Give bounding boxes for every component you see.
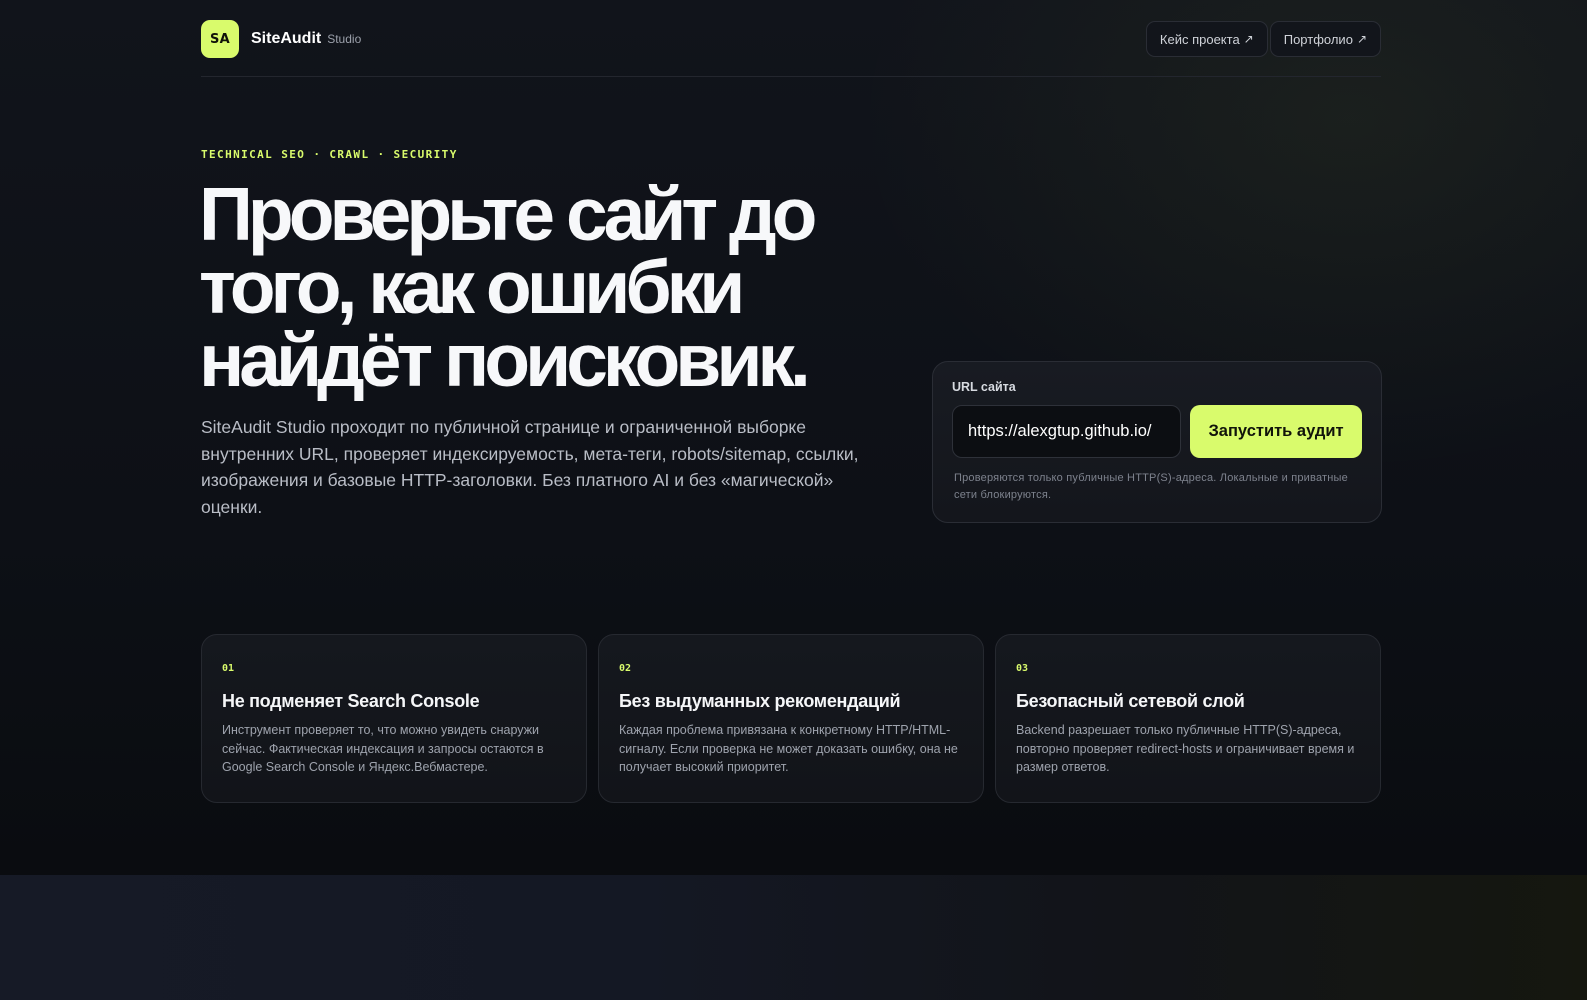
site-header: SA SiteAudit Studio Кейс проекта ↗ Портфо… (201, 0, 1381, 77)
arrow-up-right-icon: ↗ (1356, 32, 1367, 46)
case-study-label: Кейс проекта (1159, 31, 1240, 47)
run-audit-button[interactable]: Запустить аудит (1190, 405, 1362, 458)
feature-number: 02 (619, 663, 632, 674)
hero-eyebrow: TECHNICAL SEO · CRAWL · SECURITY (201, 148, 458, 161)
audit-form-card: URL сайта Запустить аудит Проверяются то… (932, 361, 1382, 523)
audit-form-row: Запустить аудит (952, 405, 1362, 458)
url-input[interactable] (952, 405, 1181, 458)
hero-lead: SiteAudit Studio проходит по публичной с… (201, 417, 859, 517)
feature-number: 03 (1016, 663, 1029, 674)
portfolio-link[interactable]: Портфолио ↗ (1269, 21, 1381, 57)
feature-card: 01 Не подменяет Search Console Инструмен… (201, 634, 587, 803)
feature-card: 03 Безопасный сетевой слой Backend разре… (995, 634, 1381, 803)
feature-number: 01 (222, 663, 235, 674)
form-note: Проверяются только публичные HTTP(S)-адр… (954, 472, 1348, 501)
brand-name: SiteAudit (251, 30, 322, 47)
case-study-link[interactable]: Кейс проекта ↗ (1145, 21, 1268, 57)
footer-band (0, 875, 1587, 1000)
feature-text: Backend разрешает только публичные HTTP(… (1016, 723, 1355, 774)
feature-card: 02 Без выдуманных рекомендаций Каждая пр… (598, 634, 984, 803)
brand[interactable]: SA SiteAudit Studio (201, 20, 361, 58)
feature-text: Каждая проблема привязана к конкретному … (619, 723, 958, 774)
url-field-label: URL сайта (952, 380, 1016, 394)
arrow-up-right-icon: ↗ (1243, 32, 1254, 46)
header-nav: Кейс проекта ↗ Портфолио ↗ (1145, 21, 1381, 57)
feature-title: Безопасный сетевой слой (1016, 691, 1245, 711)
feature-title: Без выдуманных рекомендаций (619, 691, 901, 711)
features-section: 01 Не подменяет Search Console Инструмен… (201, 634, 1381, 803)
hero-headline: Проверьте сайт до того, как ошибки найдё… (199, 172, 817, 402)
brand-subtitle: Studio (327, 32, 362, 46)
portfolio-label: Портфолио (1283, 31, 1353, 47)
logo-badge: SA (201, 20, 239, 58)
page-container: SA SiteAudit Studio Кейс проекта ↗ Портфо… (199, 0, 1382, 803)
feature-text: Инструмент проверяет то, что можно увиде… (222, 723, 544, 774)
feature-title: Не подменяет Search Console (222, 691, 480, 711)
